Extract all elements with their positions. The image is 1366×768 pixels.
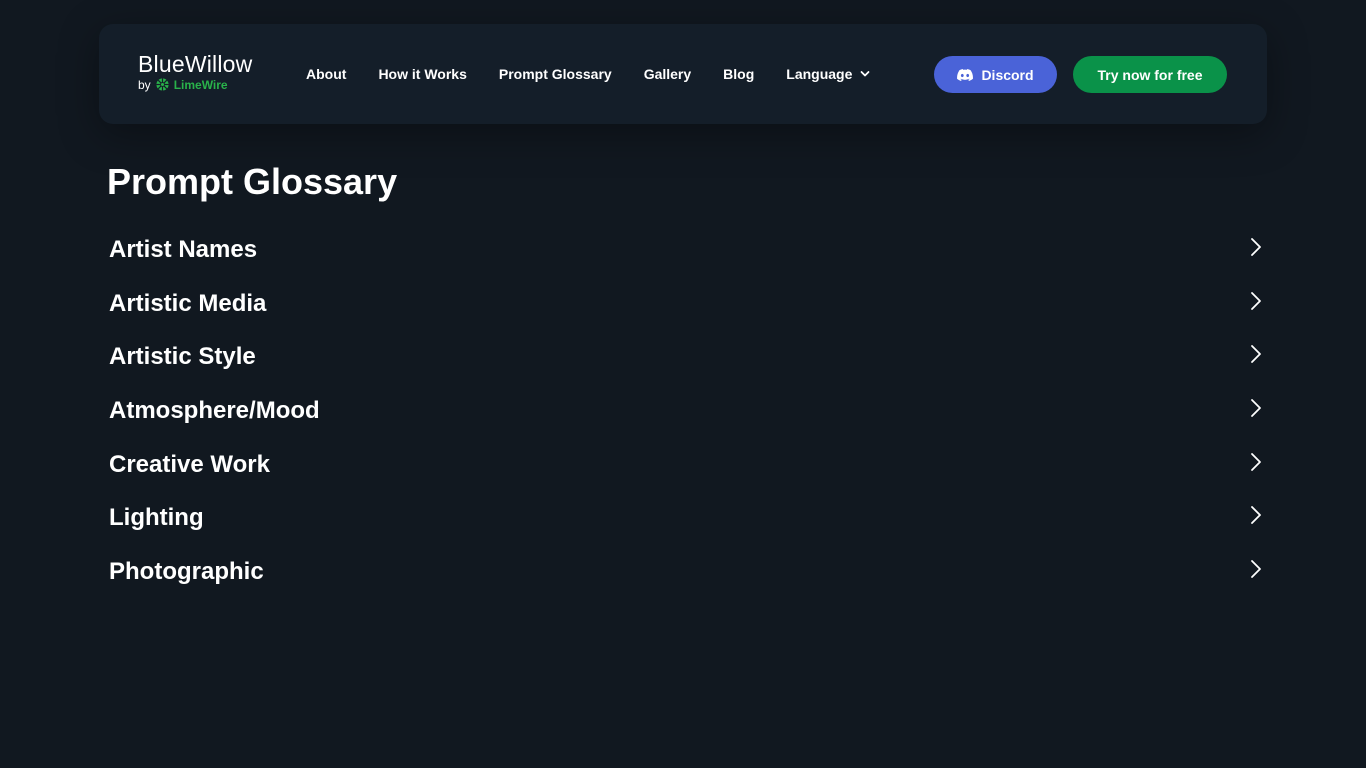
discord-button[interactable]: Discord <box>934 56 1057 93</box>
glossary-item-lighting[interactable]: Lighting <box>109 491 1269 545</box>
glossary-item-label: Atmosphere/Mood <box>109 396 320 424</box>
chevron-right-icon <box>1249 558 1263 580</box>
glossary-list: Artist Names Artistic Media Artistic Sty… <box>109 223 1269 599</box>
language-dropdown[interactable]: Language <box>786 63 870 85</box>
brand-byline: by LimeWire <box>138 77 252 92</box>
nav-link-how-it-works[interactable]: How it Works <box>378 63 466 85</box>
glossary-item-creative-work[interactable]: Creative Work <box>109 438 1269 492</box>
brand-name: BlueWillow <box>138 51 253 77</box>
brand-partner-name: LimeWire <box>173 77 228 92</box>
nav-links: About How it Works Prompt Glossary Galle… <box>306 63 902 85</box>
nav-link-gallery[interactable]: Gallery <box>644 63 691 85</box>
try-now-button[interactable]: Try now for free <box>1073 56 1227 93</box>
brand-by-text: by <box>138 77 151 92</box>
chevron-right-icon <box>1249 236 1263 258</box>
glossary-item-label: Creative Work <box>109 450 270 478</box>
language-label: Language <box>786 66 853 82</box>
limewire-logo-icon <box>155 77 170 92</box>
nav-link-about[interactable]: About <box>306 63 346 85</box>
glossary-item-photographic[interactable]: Photographic <box>109 545 1269 599</box>
glossary-item-label: Artistic Media <box>109 289 267 317</box>
nav-link-prompt-glossary[interactable]: Prompt Glossary <box>499 63 612 85</box>
brand-logo[interactable]: BlueWillow by LimeWire <box>138 50 252 92</box>
chevron-right-icon <box>1249 343 1263 365</box>
chevron-down-icon <box>860 69 870 79</box>
glossary-item-artist-names[interactable]: Artist Names <box>109 223 1269 277</box>
page-title: Prompt Glossary <box>107 161 398 202</box>
glossary-item-artistic-media[interactable]: Artistic Media <box>109 277 1269 331</box>
discord-icon <box>957 68 974 81</box>
glossary-item-label: Lighting <box>109 504 204 532</box>
glossary-item-label: Artist Names <box>109 235 258 263</box>
glossary-item-label: Artistic Style <box>109 343 256 371</box>
nav-link-blog[interactable]: Blog <box>723 63 754 85</box>
discord-button-label: Discord <box>981 66 1034 83</box>
glossary-item-artistic-style[interactable]: Artistic Style <box>109 330 1269 384</box>
glossary-item-label: Photographic <box>109 557 264 585</box>
top-navbar: BlueWillow by LimeWire About How it Work… <box>99 24 1267 124</box>
glossary-item-atmosphere-mood[interactable]: Atmosphere/Mood <box>109 384 1269 438</box>
chevron-right-icon <box>1249 451 1263 473</box>
chevron-right-icon <box>1249 397 1263 419</box>
chevron-right-icon <box>1249 504 1263 526</box>
chevron-right-icon <box>1249 290 1263 312</box>
